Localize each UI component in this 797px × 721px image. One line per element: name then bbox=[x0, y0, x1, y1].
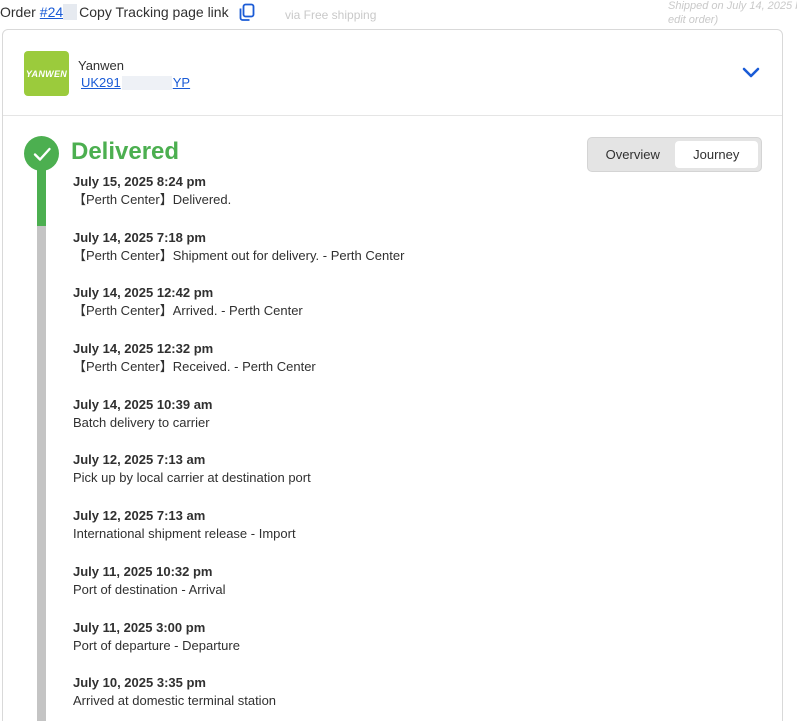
tracking-number-prefix: UK291 bbox=[81, 75, 121, 90]
event-description: 【Perth Center】Shipment out for delivery.… bbox=[73, 247, 405, 263]
event-description: Port of destination - Arrival bbox=[73, 581, 226, 597]
event-description: 【Perth Center】Delivered. bbox=[73, 192, 232, 207]
event-item: July 14, 2025 10:39 am Batch delivery to… bbox=[73, 396, 753, 452]
shipped-info-line1: Shipped on July 14, 2025 by bbox=[668, 0, 797, 12]
tab-journey[interactable]: Journey bbox=[674, 141, 758, 168]
event-time: July 14, 2025 12:32 pm bbox=[73, 341, 214, 357]
event-item: July 11, 2025 10:32 pm Port of destinati… bbox=[73, 563, 753, 619]
event-item: July 12, 2025 7:13 am International ship… bbox=[73, 507, 753, 563]
tracking-number-suffix: YP bbox=[172, 75, 191, 90]
chevron-down-icon[interactable] bbox=[741, 66, 761, 80]
event-description: Pick up by local carrier at destination … bbox=[73, 470, 311, 486]
event-item: July 12, 2025 7:13 am Pick up by local c… bbox=[73, 451, 753, 507]
status-title: Delivered bbox=[71, 138, 180, 165]
event-time: July 10, 2025 3:35 pm bbox=[73, 675, 206, 691]
event-item: July 10, 2025 3:35 pm Arrived at domesti… bbox=[73, 674, 753, 721]
event-time: July 14, 2025 7:18 pm bbox=[73, 229, 206, 245]
event-description: 【Perth Center】Arrived. - Perth Center bbox=[73, 303, 303, 319]
event-time: July 14, 2025 12:42 pm bbox=[73, 285, 214, 301]
order-number-link[interactable]: #24 bbox=[40, 4, 63, 20]
check-icon bbox=[24, 136, 59, 171]
event-item: July 15, 2025 8:24 pm 【Perth Center】Deli… bbox=[73, 173, 753, 229]
event-item: July 14, 2025 7:18 pm 【Perth Center】Ship… bbox=[73, 229, 753, 285]
event-description: 【Perth Center】Received. - Perth Center bbox=[73, 359, 316, 375]
timeline-progress-rail bbox=[37, 166, 46, 226]
carrier-header[interactable]: YANWEN Yanwen UK291 YP bbox=[3, 30, 782, 116]
event-time: July 12, 2025 7:13 am bbox=[73, 452, 206, 468]
event-description: Arrived at domestic terminal station bbox=[73, 693, 277, 709]
redacted-tracking-digits bbox=[121, 75, 172, 90]
event-description: International shipment release - Import bbox=[73, 526, 296, 542]
tracking-number-link[interactable]: UK291 YP bbox=[81, 75, 190, 90]
event-time: July 12, 2025 7:13 am bbox=[73, 508, 206, 524]
timeline-rail bbox=[37, 226, 46, 721]
event-description: Batch delivery to carrier bbox=[73, 414, 210, 430]
event-list: July 15, 2025 8:24 pm 【Perth Center】Deli… bbox=[73, 173, 753, 721]
event-item: July 14, 2025 12:42 pm 【Perth Center】Arr… bbox=[73, 284, 753, 340]
tracking-card: YANWEN Yanwen UK291 YP Delivered Overvie… bbox=[2, 29, 783, 721]
tab-overview[interactable]: Overview bbox=[591, 141, 675, 168]
shipping-hint-text: via Free shipping bbox=[285, 8, 377, 22]
order-topbar: Order #24 Copy Tracking page link bbox=[0, 0, 257, 24]
event-time: July 15, 2025 8:24 pm bbox=[73, 174, 206, 189]
event-time: July 14, 2025 10:39 am bbox=[73, 396, 213, 412]
event-time: July 11, 2025 3:00 pm bbox=[73, 619, 206, 635]
carrier-name: Yanwen bbox=[78, 58, 125, 73]
event-item: July 14, 2025 12:32 pm 【Perth Center】Rec… bbox=[73, 340, 753, 396]
shipped-info-line2: edit order) bbox=[668, 14, 719, 26]
copy-tracking-link-label[interactable]: Copy Tracking page link bbox=[79, 4, 228, 20]
event-item: July 11, 2025 3:00 pm Port of departure … bbox=[73, 619, 753, 675]
copy-icon[interactable] bbox=[237, 2, 257, 22]
view-toggle: Overview Journey bbox=[587, 137, 762, 172]
event-time: July 11, 2025 10:32 pm bbox=[73, 563, 213, 579]
event-description: Port of departure - Departure bbox=[73, 637, 240, 653]
order-label: Order bbox=[0, 4, 36, 20]
redacted-order-digits bbox=[63, 4, 78, 20]
yanwen-logo: YANWEN bbox=[24, 51, 69, 96]
